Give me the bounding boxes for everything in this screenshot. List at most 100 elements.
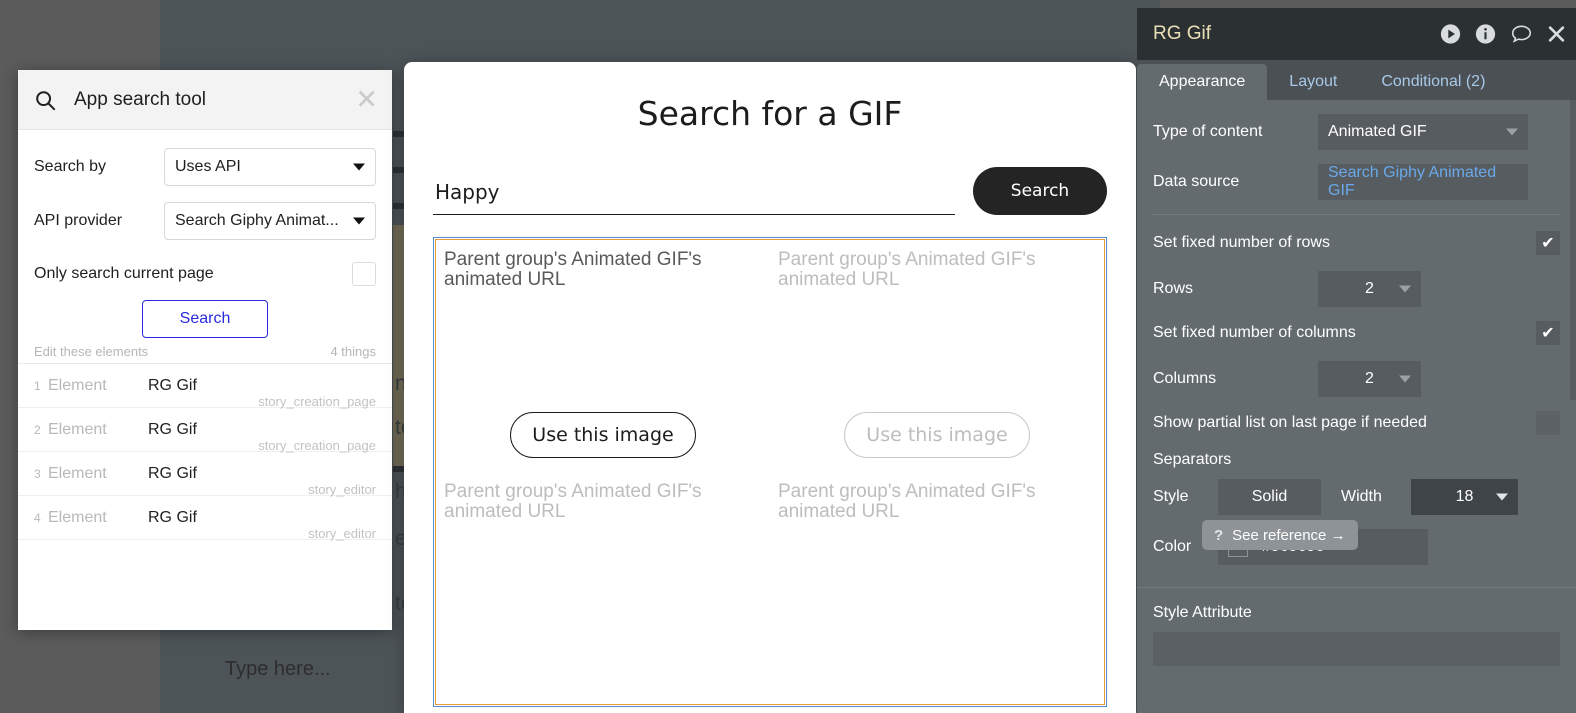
list-item-name: RG Gif xyxy=(148,376,197,394)
gif-result-cell[interactable]: Parent group's Animated GIF's animated U… xyxy=(436,240,770,472)
divider xyxy=(1137,587,1576,588)
columns-value: 2 xyxy=(1365,370,1374,387)
properties-panel-body: Type of content Animated GIF Data source… xyxy=(1137,100,1576,713)
api-provider-select[interactable]: Search Giphy Animat... xyxy=(164,202,376,240)
separator-style-label: Style xyxy=(1153,488,1189,505)
gif-cell-placeholder-text: Parent group's Animated GIF's animated U… xyxy=(444,249,702,290)
api-provider-row: API provider Search Giphy Animat... xyxy=(34,202,376,240)
data-source-row: Data source Search Giphy Animated GIF xyxy=(1153,164,1560,200)
tab-appearance[interactable]: Appearance xyxy=(1137,64,1268,100)
only-current-page-label: Only search current page xyxy=(34,265,214,282)
gif-results-grid: Parent group's Animated GIF's animated U… xyxy=(435,239,1105,705)
app-search-tool-title: App search tool xyxy=(74,88,207,110)
partial-list-checkbox[interactable]: ✔ xyxy=(1536,411,1560,435)
list-item[interactable]: 2 Element RG Gif story_creation_page xyxy=(18,408,392,453)
list-item-page: story_editor xyxy=(308,482,376,497)
gif-results-grid-wrapper: Parent group's Animated GIF's animated U… xyxy=(433,237,1107,707)
rows-select[interactable]: 2 xyxy=(1318,271,1421,307)
properties-panel-scrollbar[interactable] xyxy=(1570,100,1576,400)
fixed-rows-checkbox[interactable]: ✔ xyxy=(1536,231,1560,255)
gif-result-cell[interactable]: Parent group's Animated GIF's animated U… xyxy=(770,240,1104,472)
fixed-columns-checkbox[interactable]: ✔ xyxy=(1536,321,1560,345)
results-list-header-left: Edit these elements xyxy=(34,344,149,359)
close-icon[interactable] xyxy=(1547,25,1566,44)
list-item-kind: Element xyxy=(48,464,107,482)
list-item-index: 2 xyxy=(34,422,41,437)
gif-result-cell[interactable]: Parent group's Animated GIF's animated U… xyxy=(436,472,770,704)
separator-width-value: 18 xyxy=(1455,488,1474,505)
properties-panel: RG Gif Appearance Layout Conditional (2)… xyxy=(1137,8,1576,713)
properties-panel-title: RG Gif xyxy=(1153,23,1212,44)
separator-style-value: Solid xyxy=(1251,488,1288,505)
list-item-index: 1 xyxy=(34,378,41,393)
list-item-page: story_creation_page xyxy=(258,394,376,409)
separator-width-select[interactable]: 18 xyxy=(1411,479,1518,515)
gif-result-cell[interactable]: Parent group's Animated GIF's animated U… xyxy=(770,472,1104,704)
list-item-kind: Element xyxy=(48,376,107,394)
list-item[interactable]: 4 Element RG Gif story_editor xyxy=(18,496,392,541)
type-of-content-row: Type of content Animated GIF xyxy=(1153,114,1560,150)
gif-search-input[interactable] xyxy=(433,176,955,215)
fixed-columns-row: Set fixed number of columns ✔ xyxy=(1153,321,1560,345)
see-reference-tooltip[interactable]: ? See reference → xyxy=(1202,520,1358,550)
list-item-page: story_editor xyxy=(308,526,376,541)
columns-label: Columns xyxy=(1153,370,1217,387)
gif-cell-placeholder-text: Parent group's Animated GIF's animated U… xyxy=(778,481,1036,522)
gif-cell-placeholder-text: Parent group's Animated GIF's animated U… xyxy=(778,249,1036,290)
data-source-field[interactable]: Search Giphy Animated GIF xyxy=(1318,164,1528,200)
only-current-page-checkbox[interactable] xyxy=(352,262,376,286)
api-provider-value: Search Giphy Animat... xyxy=(175,212,339,229)
only-current-page-row: Only search current page xyxy=(34,262,376,286)
type-of-content-select[interactable]: Animated GIF xyxy=(1318,114,1528,150)
separator-style-select[interactable]: Solid xyxy=(1218,479,1321,515)
type-of-content-label: Type of content xyxy=(1153,123,1263,140)
chevron-down-icon xyxy=(353,163,365,171)
search-by-select[interactable]: Uses API xyxy=(164,148,376,186)
data-source-value: Search Giphy Animated GIF xyxy=(1328,164,1497,199)
app-search-tool-modal: App search tool ✕ Search by Uses API API… xyxy=(18,70,392,630)
search-icon xyxy=(34,89,56,111)
rows-label: Rows xyxy=(1153,280,1194,297)
data-source-label: Data source xyxy=(1153,173,1240,190)
tab-layout[interactable]: Layout xyxy=(1267,64,1359,100)
gif-search-button[interactable]: Search xyxy=(973,167,1107,215)
info-icon[interactable] xyxy=(1475,24,1496,45)
partial-list-label: Show partial list on last page if needed xyxy=(1153,414,1427,431)
fixed-columns-label: Set fixed number of columns xyxy=(1153,324,1356,341)
list-item-kind: Element xyxy=(48,420,107,438)
app-search-tool-header: App search tool ✕ xyxy=(18,70,392,130)
chevron-down-icon xyxy=(1496,493,1508,501)
gif-search-row: Search xyxy=(404,167,1136,215)
use-this-image-button[interactable]: Use this image xyxy=(510,412,696,458)
list-item-kind: Element xyxy=(48,508,107,526)
columns-row: Columns 2 xyxy=(1153,361,1560,397)
app-search-submit-button[interactable]: Search xyxy=(142,300,268,338)
separator-width-label: Width xyxy=(1341,488,1382,505)
tab-conditional[interactable]: Conditional (2) xyxy=(1359,64,1507,100)
properties-panel-tabs: Appearance Layout Conditional (2) xyxy=(1137,60,1576,100)
divider xyxy=(1153,214,1560,215)
list-item[interactable]: 1 Element RG Gif story_creation_page xyxy=(18,364,392,409)
separators-label: Separators xyxy=(1153,451,1232,468)
list-item-name: RG Gif xyxy=(148,420,197,438)
results-list-header: Edit these elements 4 things xyxy=(18,344,392,363)
search-by-label: Search by xyxy=(34,158,107,175)
properties-panel-header-icons xyxy=(1440,24,1566,45)
close-icon[interactable]: ✕ xyxy=(355,86,378,113)
use-this-image-button[interactable]: Use this image xyxy=(844,412,1030,458)
chevron-down-icon xyxy=(1506,128,1518,136)
rows-row: Rows 2 xyxy=(1153,271,1560,307)
comment-icon[interactable] xyxy=(1510,24,1533,45)
separator-style-width-row: Style Solid Width 18 xyxy=(1153,479,1560,515)
fixed-rows-row: Set fixed number of rows ✔ xyxy=(1153,231,1560,255)
search-by-value: Uses API xyxy=(175,158,241,175)
see-reference-tooltip-text: See reference → xyxy=(1232,526,1346,544)
results-list-header-count: 4 things xyxy=(330,344,376,359)
style-attribute-field[interactable] xyxy=(1153,632,1560,666)
columns-select[interactable]: 2 xyxy=(1318,361,1421,397)
type-of-content-value: Animated GIF xyxy=(1328,123,1427,140)
list-item-name: RG Gif xyxy=(148,508,197,526)
search-by-row: Search by Uses API xyxy=(34,148,376,186)
list-item[interactable]: 3 Element RG Gif story_editor xyxy=(18,452,392,497)
play-icon[interactable] xyxy=(1440,24,1461,45)
